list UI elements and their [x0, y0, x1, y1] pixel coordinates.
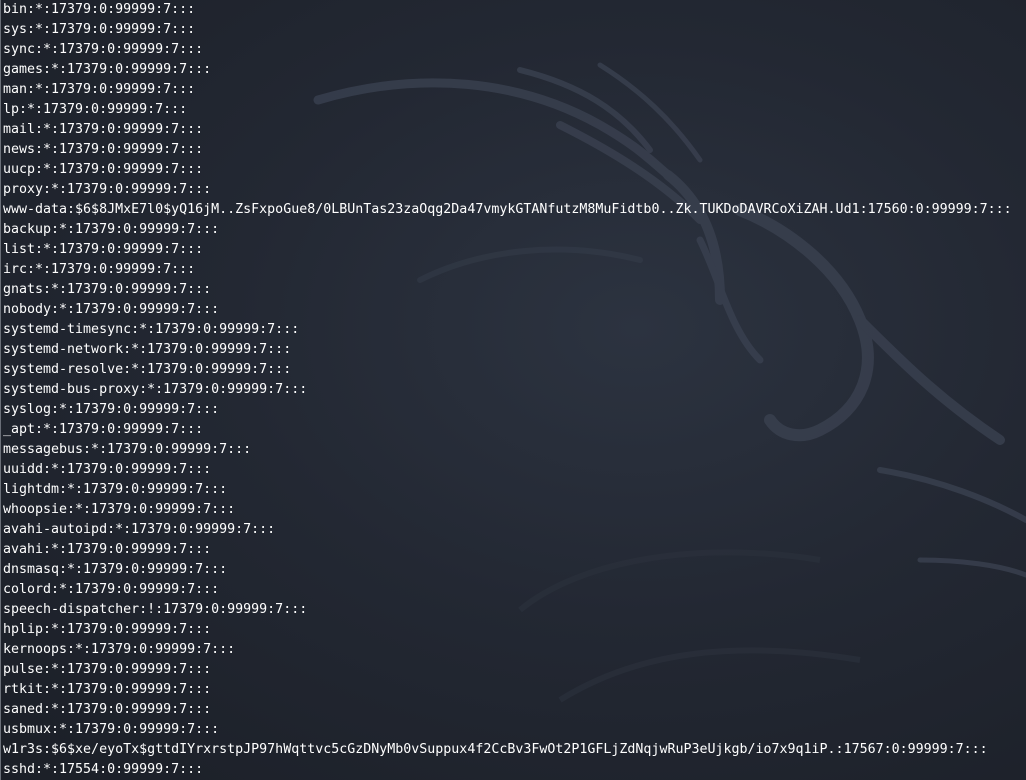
output-line-apt: _apt:*:17379:0:99999:7::: [3, 422, 204, 437]
output-line-systemd-bus-proxy: systemd-bus-proxy:*:17379:0:99999:7::: [3, 382, 308, 397]
output-line-usbmux: usbmux:*:17379:0:99999:7::: [3, 722, 220, 737]
output-line-syslog: syslog:*:17379:0:99999:7::: [3, 402, 220, 417]
output-line-sys: sys:*:17379:0:99999:7::: [3, 22, 196, 37]
output-line-pulse: pulse:*:17379:0:99999:7::: [3, 662, 212, 677]
output-line-irc: irc:*:17379:0:99999:7::: [3, 262, 196, 277]
terminal-output: bin:*:17379:0:99999:7::: sys:*:17379:0:9… [3, 0, 1012, 780]
output-line-proxy: proxy:*:17379:0:99999:7::: [3, 182, 212, 197]
terminal-window[interactable]: bin:*:17379:0:99999:7::: sys:*:17379:0:9… [0, 0, 1026, 780]
output-line-kernoops: kernoops:*:17379:0:99999:7::: [3, 642, 236, 657]
window-left-border [0, 0, 1, 780]
output-line-sshd: sshd:*:17554:0:99999:7::: [3, 762, 204, 777]
output-line-nobody: nobody:*:17379:0:99999:7::: [3, 302, 220, 317]
output-line-systemd-resolve: systemd-resolve:*:17379:0:99999:7::: [3, 362, 292, 377]
output-line-systemd-network: systemd-network:*:17379:0:99999:7::: [3, 342, 292, 357]
output-line-gnats: gnats:*:17379:0:99999:7::: [3, 282, 212, 297]
output-line-rtkit: rtkit:*:17379:0:99999:7::: [3, 682, 212, 697]
output-line-colord: colord:*:17379:0:99999:7::: [3, 582, 220, 597]
output-line-uuidd: uuidd:*:17379:0:99999:7::: [3, 462, 212, 477]
output-line-hplip: hplip:*:17379:0:99999:7::: [3, 622, 212, 637]
output-line-uucp: uucp:*:17379:0:99999:7::: [3, 162, 204, 177]
output-line-speech-dispatcher: speech-dispatcher:!:17379:0:99999:7::: [3, 602, 308, 617]
output-line-avahi-autoipd: avahi-autoipd:*:17379:0:99999:7::: [3, 522, 276, 537]
output-line-dnsmasq: dnsmasq:*:17379:0:99999:7::: [3, 562, 228, 577]
output-line-avahi: avahi:*:17379:0:99999:7::: [3, 542, 212, 557]
output-line-mail: mail:*:17379:0:99999:7::: [3, 122, 204, 137]
output-line-www-data: www-data:$6$8JMxE7l0$yQ16jM..ZsFxpoGue8/… [3, 202, 1012, 217]
output-line-messagebus: messagebus:*:17379:0:99999:7::: [3, 442, 252, 457]
output-line-bin: bin:*:17379:0:99999:7::: [3, 2, 196, 17]
output-line-list: list:*:17379:0:99999:7::: [3, 242, 204, 257]
output-line-sync: sync:*:17379:0:99999:7::: [3, 42, 204, 57]
output-line-man: man:*:17379:0:99999:7::: [3, 82, 196, 97]
output-line-lightdm: lightdm:*:17379:0:99999:7::: [3, 482, 228, 497]
output-line-whoopsie: whoopsie:*:17379:0:99999:7::: [3, 502, 236, 517]
output-line-news: news:*:17379:0:99999:7::: [3, 142, 204, 157]
output-line-lp: lp:*:17379:0:99999:7::: [3, 102, 188, 117]
output-line-systemd-timesync: systemd-timesync:*:17379:0:99999:7::: [3, 322, 300, 337]
output-line-w1r3s: w1r3s:$6$xe/eyoTx$gttdIYrxrstpJP97hWqttv… [3, 742, 988, 757]
output-line-saned: saned:*:17379:0:99999:7::: [3, 702, 212, 717]
output-line-backup: backup:*:17379:0:99999:7::: [3, 222, 220, 237]
output-line-games: games:*:17379:0:99999:7::: [3, 62, 212, 77]
